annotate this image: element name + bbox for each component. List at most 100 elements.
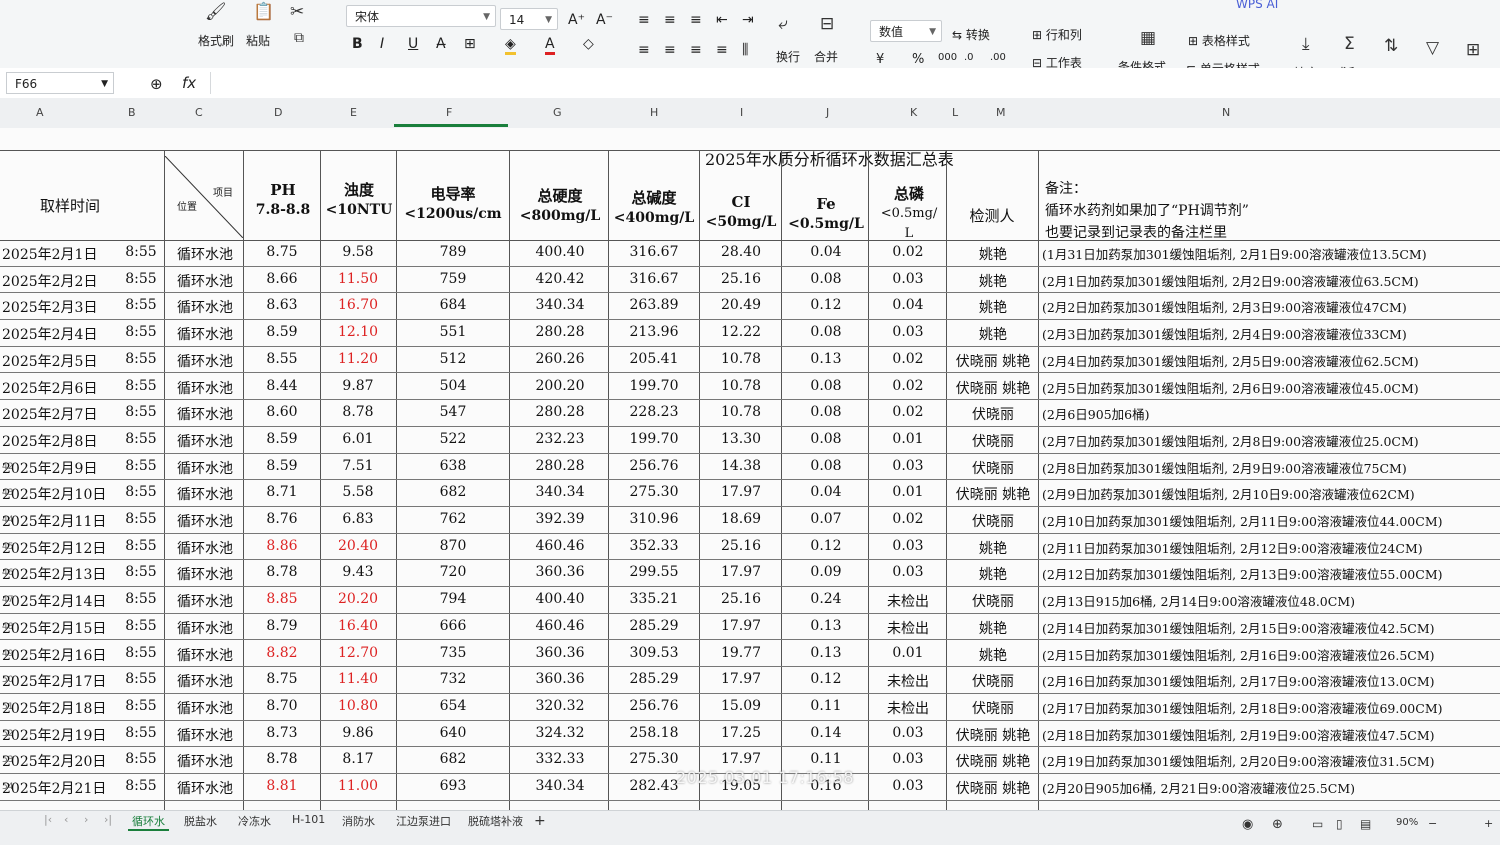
border-icon[interactable]: ⊞: [464, 36, 476, 52]
table-row[interactable]: 2025年2月5日 8:55 循环水池 8.55 11.20 512 260.26 205.4…: [0, 347, 1500, 374]
table-row[interactable]: 48 2025年2月15日 8:55 循环水池 8.79 16.40 666 460.46 28…: [0, 614, 1500, 641]
cell-turbidity[interactable]: 9.58: [322, 244, 394, 260]
cell-alkalinity[interactable]: 352.33: [610, 538, 698, 554]
col-header-m[interactable]: M: [996, 106, 1006, 119]
cell-ph[interactable]: 8.78: [246, 751, 318, 767]
tab-nav-prev-icon[interactable]: ‹: [60, 813, 72, 826]
cell-conductivity[interactable]: 638: [398, 458, 508, 474]
cell-alkalinity[interactable]: 275.30: [610, 751, 698, 767]
cell-ph[interactable]: 8.75: [246, 671, 318, 687]
tab-nav-last-icon[interactable]: ›|: [100, 813, 116, 826]
cell-hardness[interactable]: 340.34: [512, 484, 608, 500]
add-sheet-icon[interactable]: +: [530, 813, 550, 829]
cell-conductivity[interactable]: 870: [398, 538, 508, 554]
cell-fe[interactable]: 0.08: [784, 324, 868, 340]
tab-desulfurization[interactable]: 脱硫塔补液: [464, 813, 527, 829]
cell-alkalinity[interactable]: 309.53: [610, 645, 698, 661]
cell-remark[interactable]: (2月17日加药泵加301缓蚀阻垢剂, 2月18日9:00溶液罐液位69.00C…: [1042, 698, 1443, 717]
bold-icon[interactable]: B: [352, 36, 363, 52]
cell-fe[interactable]: 0.13: [784, 351, 868, 367]
cell-hardness[interactable]: 280.28: [512, 458, 608, 474]
cell-time[interactable]: 8:55: [118, 404, 164, 420]
cell-hardness[interactable]: 332.33: [512, 751, 608, 767]
cell-conductivity[interactable]: 682: [398, 484, 508, 500]
cell-date[interactable]: 2025年2月21日: [2, 778, 106, 798]
cell-inspector[interactable]: 姚艳: [948, 324, 1038, 344]
cell-date[interactable]: 2025年2月18日: [2, 698, 106, 718]
cell-ph[interactable]: 8.81: [246, 778, 318, 794]
cell-remark[interactable]: (2月4日加药泵加301缓蚀阻垢剂, 2月5日9:00溶液罐液位62.5CM): [1042, 351, 1419, 370]
page-break-icon[interactable]: ▤: [1356, 817, 1375, 831]
cell-inspector[interactable]: 伏晓丽 姚艳: [948, 378, 1038, 398]
cell-location[interactable]: 循环水池: [168, 698, 242, 718]
cell-ph[interactable]: 8.75: [246, 244, 318, 260]
cell-cl[interactable]: 20.49: [702, 297, 780, 313]
cell-inspector[interactable]: 伏晓丽: [948, 404, 1038, 424]
cell-hardness[interactable]: 400.40: [512, 591, 608, 607]
cell-inspector[interactable]: 姚艳: [948, 564, 1038, 584]
cell-ph[interactable]: 8.66: [246, 271, 318, 287]
cell-hardness[interactable]: 400.40: [512, 244, 608, 260]
page-layout-icon[interactable]: ▯: [1332, 817, 1347, 831]
table-row[interactable]: 2025年2月1日 8:55 循环水池 8.75 9.58 789 400.40 316.67…: [0, 240, 1500, 267]
table-row[interactable]: 45 2025年2月12日 8:55 循环水池 8.86 20.40 870 460.46 35…: [0, 534, 1500, 561]
cell-time[interactable]: 8:55: [118, 297, 164, 313]
cell-remark[interactable]: (2月8日加药泵加301缓蚀阻垢剂, 2月9日9:00溶液罐液位75CM): [1042, 458, 1407, 477]
col-header-b[interactable]: B: [128, 106, 136, 119]
tab-river-pump-inlet[interactable]: 江边泵进口: [392, 813, 455, 829]
cell-cl[interactable]: 25.16: [702, 538, 780, 554]
number-format-select[interactable]: 数值 ▼: [870, 20, 942, 42]
cell-turbidity[interactable]: 7.51: [322, 458, 394, 474]
col-header-e[interactable]: E: [350, 106, 357, 119]
cell-turbidity[interactable]: 11.40: [322, 671, 394, 687]
cell-ph[interactable]: 8.86: [246, 538, 318, 554]
col-header-i[interactable]: I: [740, 106, 743, 119]
cell-remark[interactable]: (1月31日加药泵加301缓蚀阻垢剂, 2月1日9:00溶液罐液位13.5CM): [1042, 244, 1427, 263]
cell-inspector[interactable]: 姚艳: [948, 244, 1038, 264]
underline-icon[interactable]: U: [408, 36, 418, 52]
cell-time[interactable]: 8:55: [118, 351, 164, 367]
cell-remark[interactable]: (2月12日加药泵加301缓蚀阻垢剂, 2月13日9:00溶液罐液位55.00C…: [1042, 564, 1443, 583]
cell-date[interactable]: 2025年2月12日: [2, 538, 106, 558]
grow-font-icon[interactable]: A⁺: [568, 12, 585, 28]
cell-phosphorus[interactable]: 0.03: [870, 751, 946, 767]
cell-cl[interactable]: 10.78: [702, 378, 780, 394]
header-hardness[interactable]: 总硬度 <800mg/L: [512, 186, 608, 226]
header-cl[interactable]: CI <50mg/L: [702, 192, 780, 232]
cell-conductivity[interactable]: 693: [398, 778, 508, 794]
cell-alkalinity[interactable]: 263.89: [610, 297, 698, 313]
cell-time[interactable]: 8:55: [118, 538, 164, 554]
cell-hardness[interactable]: 200.20: [512, 378, 608, 394]
col-header-k[interactable]: K: [910, 106, 917, 119]
cell-remark[interactable]: (2月13日915加6桶, 2月14日9:00溶液罐液位48.0CM): [1042, 591, 1355, 610]
cell-location[interactable]: 循环水池: [168, 297, 242, 317]
cell-conductivity[interactable]: 547: [398, 404, 508, 420]
col-header-h[interactable]: H: [650, 106, 658, 119]
cell-cl[interactable]: 17.97: [702, 671, 780, 687]
cond-format-icon[interactable]: ▦: [1140, 28, 1156, 48]
cell-turbidity[interactable]: 8.17: [322, 751, 394, 767]
cell-inspector[interactable]: 姚艳: [948, 538, 1038, 558]
tab-h101[interactable]: H-101: [288, 813, 329, 826]
cell-location[interactable]: 循环水池: [168, 511, 242, 531]
cell-phosphorus[interactable]: 0.03: [870, 324, 946, 340]
cell-remark[interactable]: (2月14日加药泵加301缓蚀阻垢剂, 2月15日9:00溶液罐液位42.5CM…: [1042, 618, 1435, 637]
header-ph[interactable]: PH 7.8-8.8: [246, 180, 320, 220]
cell-turbidity[interactable]: 9.43: [322, 564, 394, 580]
cell-fe[interactable]: 0.08: [784, 404, 868, 420]
col-header-c[interactable]: C: [195, 106, 203, 119]
cell-time[interactable]: 8:55: [118, 484, 164, 500]
cell-conductivity[interactable]: 684: [398, 297, 508, 313]
cell-ph[interactable]: 8.44: [246, 378, 318, 394]
align-center-icon[interactable]: ≡: [664, 42, 676, 58]
cell-cl[interactable]: 17.97: [702, 751, 780, 767]
cell-hardness[interactable]: 324.32: [512, 725, 608, 741]
cell-phosphorus[interactable]: 0.03: [870, 564, 946, 580]
cell-turbidity[interactable]: 16.70: [322, 297, 394, 313]
cell-conductivity[interactable]: 640: [398, 725, 508, 741]
cell-turbidity[interactable]: 20.20: [322, 591, 394, 607]
cell-hardness[interactable]: 280.28: [512, 404, 608, 420]
cell-phosphorus[interactable]: 未检出: [870, 671, 946, 691]
cell-alkalinity[interactable]: 256.76: [610, 458, 698, 474]
cell-remark[interactable]: (2月7日加药泵加301缓蚀阻垢剂, 2月8日9:00溶液罐液位25.0CM): [1042, 431, 1419, 450]
